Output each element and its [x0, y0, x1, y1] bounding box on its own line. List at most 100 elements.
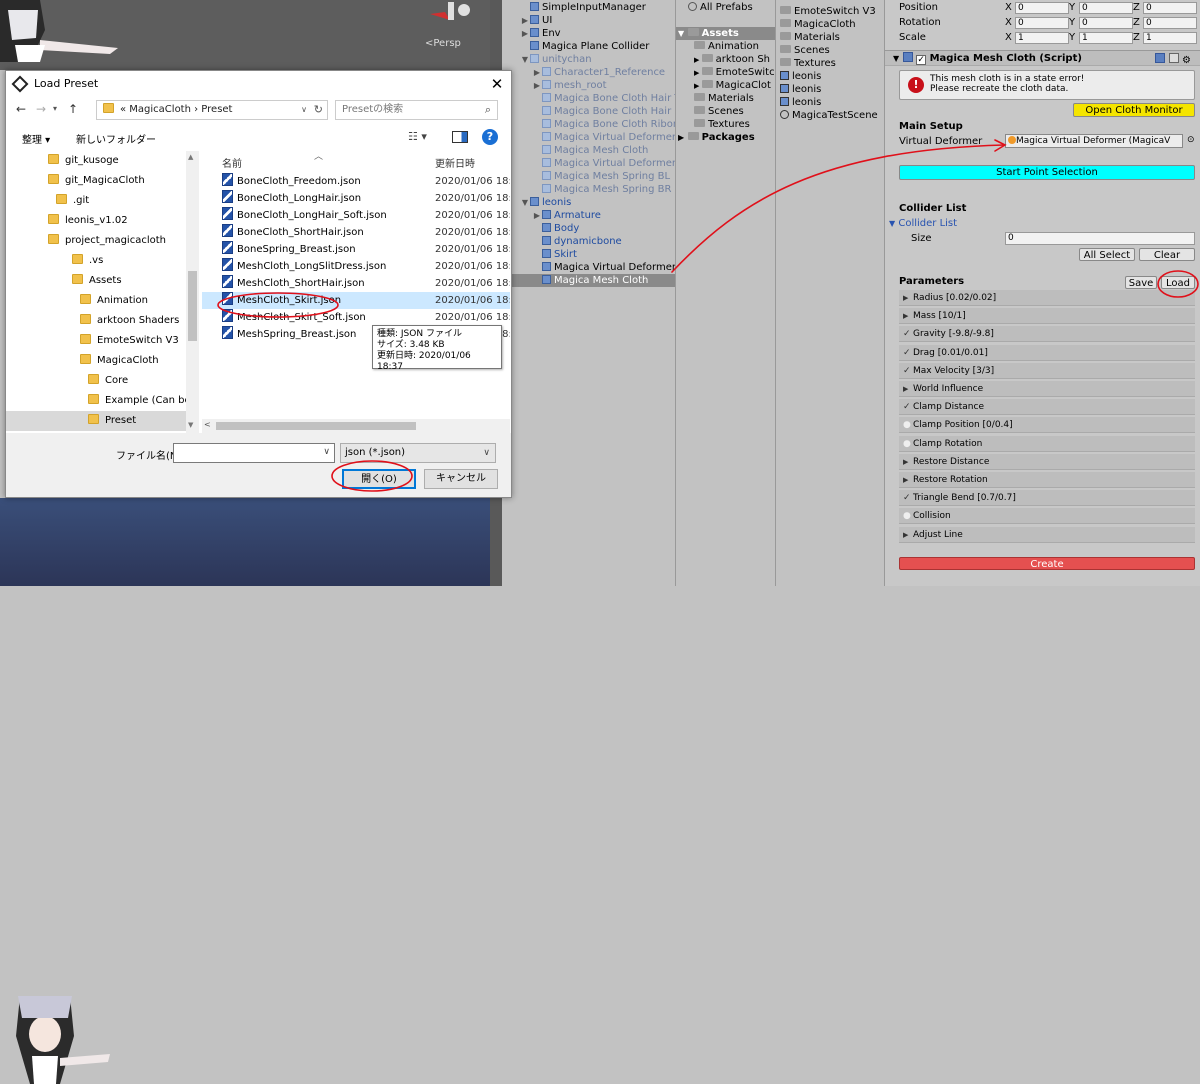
parameter-foldout[interactable]: ● Clamp Position [0/0.4]: [899, 417, 1195, 434]
parameter-foldout[interactable]: ✓ Clamp Distance: [899, 399, 1195, 416]
project-folder[interactable]: Textures: [676, 118, 775, 131]
transform-y-field[interactable]: 1: [1079, 32, 1133, 44]
project-asset[interactable]: leonis: [776, 70, 884, 83]
project-asset[interactable]: Materials: [776, 31, 884, 44]
parameter-foldout[interactable]: ● Collision: [899, 508, 1195, 525]
up-arrow-icon[interactable]: ↑: [68, 102, 78, 116]
packages-folder[interactable]: ▶ Packages: [676, 131, 775, 144]
hierarchy-item[interactable]: ▶ UI: [502, 14, 675, 27]
enabled-checkbox[interactable]: ✓: [916, 55, 927, 65]
checkmark-icon[interactable]: ✓: [903, 490, 913, 506]
new-folder-button[interactable]: 新しいフォルダー: [76, 131, 156, 146]
collider-list-foldout[interactable]: ▼ Collider List: [889, 218, 957, 229]
chevron-right-icon[interactable]: ▶: [532, 79, 542, 92]
file-row[interactable]: MeshCloth_Skirt_Soft.json 2020/01/06 18:3…: [202, 309, 510, 326]
chevron-right-icon[interactable]: ▶: [903, 308, 913, 324]
project-asset[interactable]: EmoteSwitch V3: [776, 5, 884, 18]
parameter-foldout[interactable]: ▶ Adjust Line: [899, 526, 1195, 543]
chevron-right-icon[interactable]: ▶: [903, 381, 913, 397]
scroll-left-icon[interactable]: <: [204, 420, 211, 429]
favorites-all-prefabs[interactable]: All Prefabs: [676, 1, 775, 14]
parameter-foldout[interactable]: ▶ Restore Distance: [899, 453, 1195, 470]
tree-scrollbar[interactable]: ▲ ▼: [186, 151, 199, 433]
unchecked-dot-icon[interactable]: ●: [903, 417, 913, 433]
hierarchy-item[interactable]: Skirt: [502, 248, 675, 261]
chevron-right-icon[interactable]: ▶: [520, 27, 530, 40]
project-asset[interactable]: leonis: [776, 96, 884, 109]
transform-y-field[interactable]: 0: [1079, 2, 1133, 14]
scene-gizmo[interactable]: [420, 0, 480, 28]
filename-dropdown-icon[interactable]: ∨: [323, 447, 330, 457]
project-asset[interactable]: Textures: [776, 57, 884, 70]
checkmark-icon[interactable]: ✓: [903, 399, 913, 415]
file-type-select[interactable]: json (*.json) ∨: [340, 443, 496, 463]
chevron-right-icon[interactable]: ▶: [532, 209, 542, 222]
chevron-right-icon[interactable]: ▶: [532, 66, 542, 79]
project-folder[interactable]: ▶ arktoon Sh: [676, 53, 775, 66]
scroll-up-icon[interactable]: ▲: [188, 153, 193, 161]
unchecked-dot-icon[interactable]: ●: [903, 436, 913, 452]
checkmark-icon[interactable]: ✓: [903, 345, 913, 361]
hscroll-thumb[interactable]: [216, 422, 416, 430]
file-list-hscrollbar[interactable]: <: [202, 419, 510, 433]
folder-tree-item[interactable]: Animation: [6, 291, 199, 311]
file-row[interactable]: MeshCloth_ShortHair.json 2020/01/06 18:37: [202, 275, 510, 292]
address-dropdown-icon[interactable]: ∨: [301, 101, 307, 119]
chevron-down-icon[interactable]: ▼: [520, 53, 530, 66]
chevron-right-icon[interactable]: ▶: [903, 472, 913, 488]
parameter-foldout[interactable]: ▶ Restore Rotation: [899, 472, 1195, 488]
project-folder[interactable]: Scenes: [676, 105, 775, 118]
refresh-icon[interactable]: ↻: [314, 101, 323, 119]
size-field[interactable]: 0: [1005, 232, 1195, 245]
hierarchy-item[interactable]: SimpleInputManager: [502, 1, 675, 14]
folder-tree-item[interactable]: project_magicacloth: [6, 231, 199, 251]
open-cloth-monitor-button[interactable]: Open Cloth Monitor: [1073, 103, 1195, 117]
chevron-right-icon[interactable]: ▶: [903, 454, 913, 470]
start-point-selection-button[interactable]: Start Point Selection: [899, 165, 1195, 180]
hierarchy-item[interactable]: Body: [502, 222, 675, 235]
unchecked-dot-icon[interactable]: ●: [903, 508, 913, 524]
parameter-foldout[interactable]: ✓ Triangle Bend [0.7/0.7]: [899, 490, 1195, 507]
column-date[interactable]: 更新日時: [435, 155, 475, 175]
recent-dropdown-icon[interactable]: ▾: [53, 104, 57, 113]
address-bar[interactable]: « MagicaCloth › Preset ∨ ↻: [96, 100, 328, 120]
parameter-foldout[interactable]: ▶ World Influence: [899, 381, 1195, 397]
folder-tree-item[interactable]: arktoon Shaders: [6, 311, 199, 331]
folder-tree-item[interactable]: Assets: [6, 271, 199, 291]
hierarchy-item[interactable]: ▶ mesh_root: [502, 79, 675, 92]
dialog-title-bar[interactable]: Load Preset: [6, 71, 511, 97]
checkmark-icon[interactable]: ✓: [903, 326, 913, 342]
folder-tree-item[interactable]: git_MagicaCloth: [6, 171, 199, 191]
hierarchy-item[interactable]: Magica Virtual Deformer M: [502, 157, 675, 170]
parameter-foldout[interactable]: ▶ Radius [0.02/0.02]: [899, 290, 1195, 306]
open-button[interactable]: 開く(O): [342, 469, 416, 489]
hierarchy-item[interactable]: ▼ leonis: [502, 196, 675, 209]
close-button[interactable]: ✕: [484, 71, 510, 97]
parameter-foldout[interactable]: ✓ Max Velocity [3/3]: [899, 362, 1195, 379]
file-row[interactable]: BoneCloth_LongHair.json 2020/01/06 18:37: [202, 190, 510, 207]
organize-menu[interactable]: 整理 ▾: [22, 131, 50, 146]
hierarchy-item[interactable]: Magica Virtual Deformer: [502, 261, 675, 274]
project-asset[interactable]: MagicaCloth: [776, 18, 884, 31]
hierarchy-item[interactable]: ▶ Env: [502, 27, 675, 40]
folder-tree-item[interactable]: .vs: [6, 251, 199, 271]
view-options-icon[interactable]: ☷ ▾: [408, 130, 427, 143]
chevron-right-icon[interactable]: ▶: [694, 82, 702, 90]
all-select-button[interactable]: All Select: [1079, 248, 1135, 261]
transform-z-field[interactable]: 0: [1143, 2, 1197, 14]
project-folder[interactable]: ▶ MagicaClot: [676, 79, 775, 92]
file-row[interactable]: MeshCloth_LongSlitDress.json 2020/01/06 1…: [202, 258, 510, 275]
hierarchy-item[interactable]: Magica Mesh Cloth: [502, 274, 675, 287]
chevron-right-icon[interactable]: ▶: [903, 290, 913, 306]
persp-label[interactable]: <Persp: [425, 38, 461, 49]
create-button[interactable]: Create: [899, 557, 1195, 570]
project-asset[interactable]: Scenes: [776, 44, 884, 57]
folder-tree-item[interactable]: MagicaCloth: [6, 351, 199, 371]
transform-x-field[interactable]: 0: [1015, 2, 1069, 14]
parameter-foldout[interactable]: ✓ Gravity [-9.8/-9.8]: [899, 326, 1195, 343]
file-row[interactable]: BoneCloth_LongHair_Soft.json 2020/01/06 1…: [202, 207, 510, 224]
forward-arrow-icon[interactable]: →: [36, 102, 46, 116]
project-folder[interactable]: ▶ EmoteSwitc: [676, 66, 775, 79]
hierarchy-item[interactable]: ▼ unitychan: [502, 53, 675, 66]
project-folder[interactable]: Materials: [676, 92, 775, 105]
